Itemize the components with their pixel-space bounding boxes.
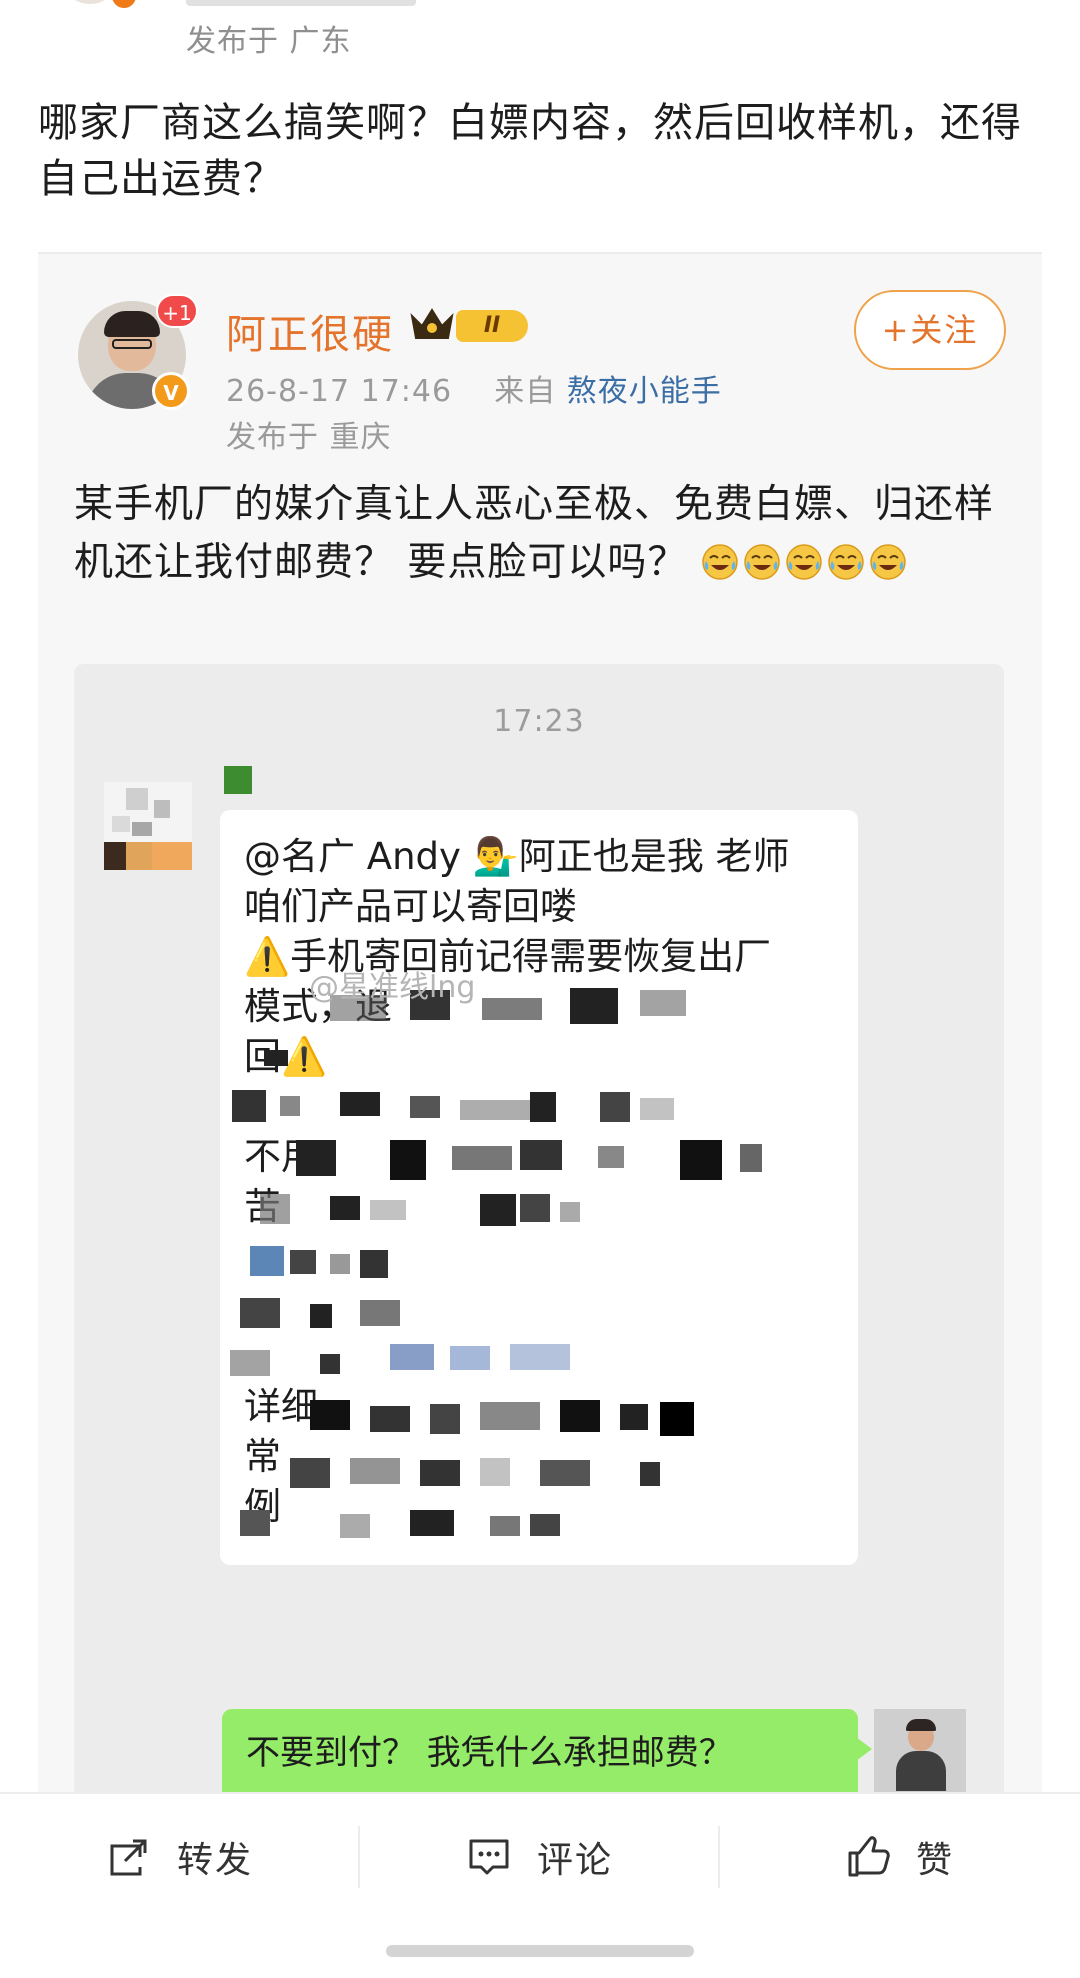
- sent-message-bubble: 不要到付？ 我凭什么承担邮费？: [222, 1709, 872, 1792]
- thumbs-up-icon: [848, 1836, 890, 1877]
- pixelated-name-tag: [224, 766, 252, 794]
- repost-button[interactable]: 转发: [0, 1794, 360, 1920]
- like-button[interactable]: 赞: [720, 1794, 1080, 1920]
- laughing-crying-emoji-icon: [828, 544, 864, 580]
- message-line: @名广 Andy 💁‍♂️阿正也是我 老师: [244, 835, 790, 878]
- laughing-crying-emoji-icon: [702, 544, 738, 580]
- crown-icon: [410, 308, 454, 339]
- outer-verified-badge: [112, 0, 136, 8]
- repost-text: 某手机厂的媒介真让人恶心至极、免费白嫖、归还样机还让我付邮费？ 要点脸可以吗？: [74, 476, 1024, 592]
- outer-post-text: 哪家厂商这么搞笑啊？白嫖内容，然后回收样机，还得自己出运费？: [38, 100, 1022, 202]
- post-source-link[interactable]: 熬夜小能手: [567, 374, 722, 409]
- outer-username-cropped: [186, 0, 416, 6]
- like-label: 赞: [915, 1840, 954, 1881]
- message-line: 回⚠️: [244, 1032, 844, 1082]
- pixelated-sender-avatar: [104, 782, 192, 870]
- chat-timestamp: 17:23: [493, 704, 585, 739]
- repost-author-name[interactable]: 阿正很硬: [226, 302, 394, 360]
- message-line: 咱们产品可以寄回喽: [244, 885, 577, 928]
- notification-count-badge: +1: [156, 294, 198, 328]
- home-indicator[interactable]: [386, 1945, 694, 1957]
- sent-message-text: 不要到付？ 我凭什么承担邮费？: [246, 1733, 733, 1773]
- post-datetime: 26-8-17 17:46: [226, 374, 453, 409]
- reposted-weibo-card[interactable]: +1 V 阿正很硬 II +关注 26-8-17 17:46 来自 熬夜小能手 …: [38, 252, 1042, 1792]
- repost-label: 转发: [176, 1840, 253, 1881]
- self-avatar: [874, 1709, 966, 1792]
- comment-button[interactable]: 评论: [360, 1794, 720, 1920]
- laughing-crying-emoji-icon: [870, 544, 906, 580]
- outer-avatar[interactable]: [60, 0, 120, 4]
- message-line: [244, 1282, 844, 1332]
- comment-icon: [469, 1839, 509, 1875]
- outer-post-header: 发布于 广东: [0, 0, 1080, 60]
- laughing-crying-emoji-icon: [786, 544, 822, 580]
- from-label: 来自: [494, 374, 557, 409]
- follow-button[interactable]: +关注: [854, 290, 1006, 370]
- member-level-badge: II: [456, 310, 528, 342]
- repost-meta: 26-8-17 17:46 来自 熬夜小能手: [226, 366, 722, 410]
- weibo-watermark: @星准线lng: [309, 970, 476, 1005]
- comment-label: 评论: [536, 1840, 613, 1881]
- received-message-bubble: @名广 Andy 💁‍♂️阿正也是我 老师 咱们产品可以寄回喽 ⚠️手机寄回前记得需…: [220, 810, 858, 1565]
- chat-screenshot-image[interactable]: 17:23 @名广 Andy 💁‍♂️阿正也是我 老师 咱们产品可以寄回喽 ⚠️手机…: [74, 664, 1004, 1792]
- verified-badge: V: [152, 372, 190, 410]
- outer-location: 发布于 广东: [186, 24, 352, 59]
- laughing-crying-emoji-icon: [744, 544, 780, 580]
- bottom-action-bar: 转发 评论 赞: [0, 1792, 1080, 1918]
- repost-location: 发布于 重庆: [226, 420, 392, 455]
- share-icon: [110, 1839, 147, 1876]
- laughing-crying-emoji-row: [701, 540, 911, 585]
